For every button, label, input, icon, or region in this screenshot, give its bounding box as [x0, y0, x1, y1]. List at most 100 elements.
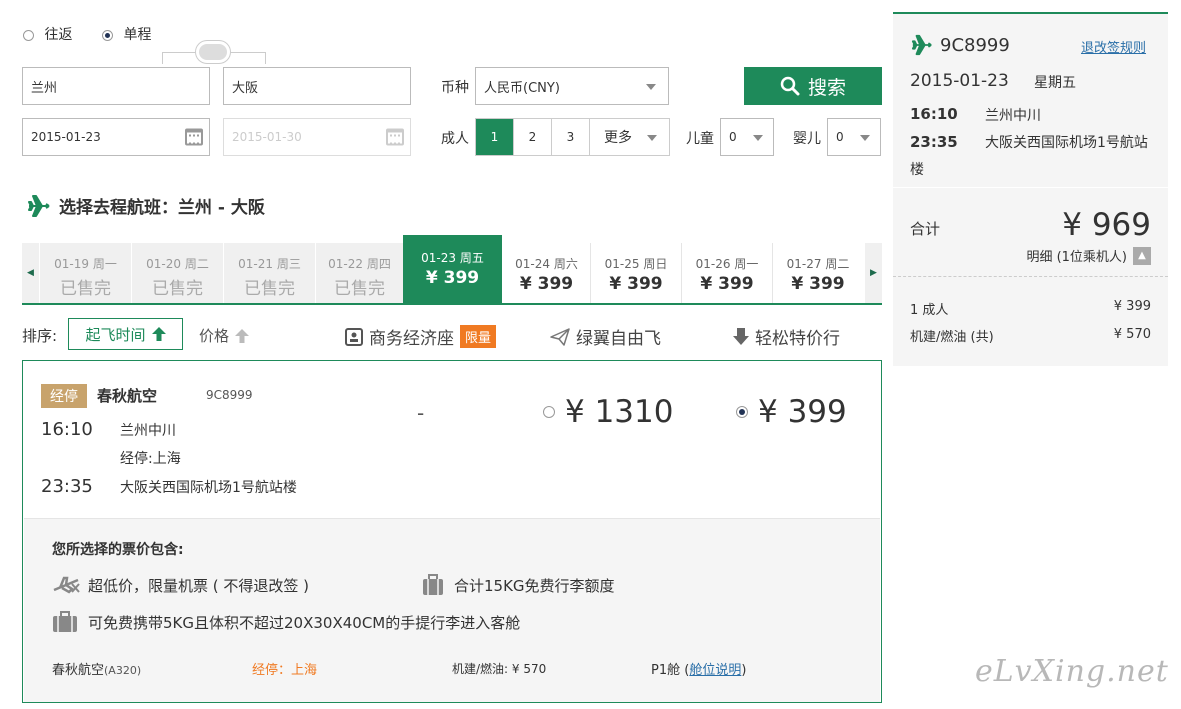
adult-fare-price: ¥ 399 [1113, 299, 1151, 314]
sort-depart-time-label: 起飞时间 [85, 325, 146, 344]
seat-icon [345, 327, 363, 346]
trip-round-option[interactable]: 往返 [23, 24, 72, 44]
stopover-info: 经停:上海 [120, 451, 181, 467]
fare-price: ¥ 399 [758, 394, 847, 430]
swap-cities-button[interactable] [162, 41, 266, 64]
filter-easy-deal[interactable]: 轻松特价行 [733, 324, 840, 349]
include-item-text: 合计15KG免费行李额度 [454, 576, 615, 595]
currency-label: 币种 [441, 80, 469, 96]
booking-summary-panel: 9C8999 退改签规则 2015-01-23 星期五 16:10 兰州中川 2… [893, 12, 1168, 366]
summary-dep-airport: 兰州中川 [985, 108, 1041, 124]
date-cell-date: 01-19 周一 [54, 257, 117, 271]
search-button-label: 搜索 [807, 76, 846, 99]
one-way-radio[interactable] [102, 29, 113, 41]
refund-rules-link[interactable]: 退改签规则 [1081, 37, 1146, 56]
date-cell-date: 01-22 周四 [328, 257, 391, 271]
currency-select[interactable]: 人民币(CNY) [475, 67, 669, 105]
stop-badge: 经停 [41, 384, 87, 408]
date-cell-date: 01-24 周六 [515, 257, 578, 271]
flight-card: 经停 春秋航空 9C8999 16:10 兰州中川 经停:上海 23:35 大阪… [22, 360, 882, 703]
prev-dates-button[interactable]: ◀ [22, 243, 39, 303]
date-cell-status: 已售完 [152, 279, 203, 299]
airplane-icon [28, 194, 50, 217]
to-city-value: 大阪 [232, 80, 259, 96]
filter-business[interactable]: 商务经济座 限量 [345, 324, 497, 349]
cabin-info-link[interactable]: 舱位说明 [689, 663, 741, 678]
fare-option-1310[interactable]: ¥ 1310 [543, 394, 673, 430]
round-trip-radio[interactable] [23, 29, 34, 41]
dashed-divider [893, 276, 1168, 277]
adults-option-1[interactable]: 1 [476, 119, 514, 155]
arrow-up-icon [235, 328, 250, 343]
adults-more-label: 更多 [604, 130, 632, 146]
fare-option-399[interactable]: ¥ 399 [736, 394, 847, 430]
swap-icon [196, 41, 230, 63]
summary-weekday: 星期五 [1034, 75, 1076, 91]
includes-title: 您所选择的票价包含: [52, 542, 184, 558]
date-cell-status: ¥ 399 [609, 274, 663, 294]
infants-value: 0 [836, 130, 844, 144]
trip-oneway-option[interactable]: 单程 [102, 24, 151, 44]
watermark: eLvXing.net [975, 654, 1169, 689]
infants-select[interactable]: 0 [827, 118, 881, 156]
calendar-icon[interactable] [185, 128, 203, 146]
children-value: 0 [729, 130, 737, 144]
include-item-text: 可免费携带5KG且体积不超过20X30X40CM的手提行李进入客舱 [88, 613, 521, 632]
swap-line-right [265, 52, 266, 64]
cabin-info: P1舱 (舱位说明) [651, 663, 747, 678]
adults-label: 成人 [441, 131, 469, 147]
date-cell[interactable]: 01-24 周六 ¥ 399 [503, 243, 591, 303]
date-cell-date: 01-23 周五 [421, 251, 484, 265]
date-cell[interactable]: 01-19 周一 已售完 [40, 243, 132, 303]
summary-flight-number: 9C8999 [940, 34, 1010, 56]
search-button[interactable]: 搜索 [744, 67, 882, 105]
return-date-value: 2015-01-30 [232, 130, 302, 144]
sort-price-button[interactable]: 价格 [199, 325, 250, 346]
filter-easy-label: 轻松特价行 [755, 329, 840, 349]
date-cell-date: 01-26 周一 [695, 257, 759, 271]
filter-green-label: 绿翼自由飞 [576, 329, 661, 349]
date-cell[interactable]: 01-25 周日 ¥ 399 [591, 243, 682, 303]
chevron-up-icon: ▲ [1133, 246, 1151, 265]
infants-label: 婴儿 [793, 131, 821, 147]
date-cell[interactable]: 01-21 周三 已售完 [224, 243, 316, 303]
date-cell[interactable]: 01-20 周二 已售完 [132, 243, 224, 303]
adult-fare-label: 1 成人 [910, 303, 949, 318]
summary-flight: 9C8999 [910, 34, 1010, 56]
adults-selector[interactable]: 1 2 3 更多 [475, 118, 670, 156]
flight-dash: - [417, 401, 425, 425]
sort-price-label: 价格 [199, 327, 230, 345]
depart-date-input[interactable]: 2015-01-23 [22, 118, 210, 156]
fare-radio[interactable] [736, 406, 748, 418]
sort-depart-time-button[interactable]: 起飞时间 [68, 318, 183, 350]
adults-option-2[interactable]: 2 [514, 119, 552, 155]
date-cell[interactable]: 01-27 周二 ¥ 399 [773, 243, 864, 303]
summary-arr-airport: 大阪关西国际机场1号航站 [985, 135, 1148, 151]
filter-green-wing[interactable]: 绿翼自由飞 [550, 324, 661, 349]
fare-radio[interactable] [543, 406, 555, 418]
from-city-value: 兰州 [31, 80, 58, 96]
date-cell[interactable]: 01-26 周一 ¥ 399 [682, 243, 773, 303]
summary-arr-time: 23:35 [910, 133, 958, 151]
summary-arr-airport-cont: 楼 [910, 162, 924, 178]
to-city-input[interactable]: 大阪 [223, 67, 411, 105]
chevron-down-icon [860, 135, 870, 141]
include-item: 超低价，限量机票 ( 不得退改签 ) [52, 574, 309, 596]
chevron-right-icon: ▶ [870, 268, 877, 278]
stop-note: 经停：上海 [252, 663, 318, 678]
adults-option-3[interactable]: 3 [552, 119, 590, 155]
date-cell-selected[interactable]: 01-23 周五 ¥ 399 [403, 235, 503, 303]
from-city-input[interactable]: 兰州 [22, 67, 210, 105]
date-cell[interactable]: 01-22 周四 已售完 [316, 243, 404, 303]
date-cell-date: 01-27 周二 [786, 257, 850, 271]
include-item: 合计15KG免费行李额度 [422, 574, 615, 596]
total-price: ¥ 969 [1062, 207, 1151, 243]
airline-name: 春秋航空 [97, 387, 158, 405]
date-cell-status: 已售完 [60, 279, 111, 299]
include-item: 可免费携带5KG且体积不超过20X30X40CM的手提行李进入客舱 [52, 611, 520, 633]
next-dates-button[interactable]: ▶ [865, 243, 882, 303]
price-detail-toggle[interactable]: 明细 (1位乘机人) ▲ [1026, 246, 1151, 265]
date-cell-date: 01-25 周日 [604, 257, 668, 271]
children-select[interactable]: 0 [720, 118, 774, 156]
adults-more-option[interactable]: 更多 [590, 119, 669, 155]
